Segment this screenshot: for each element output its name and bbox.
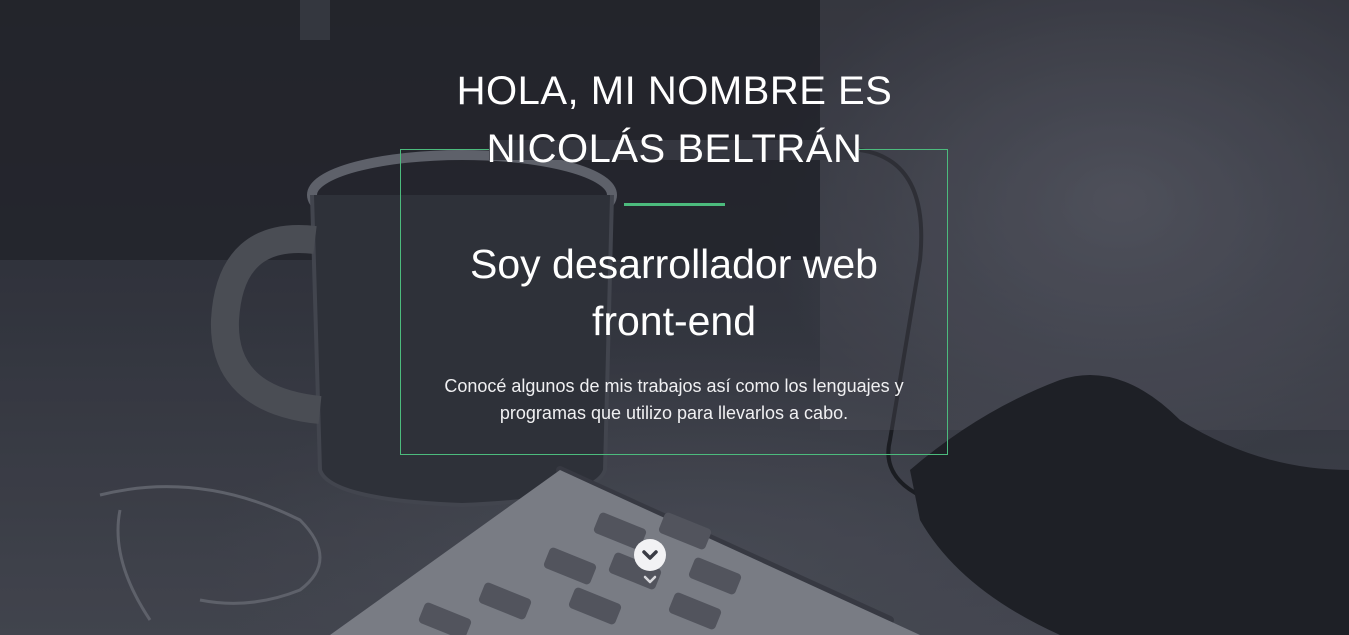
hero-title: HOLA, MI NOMBRE ES NICOLÁS BELTRÁN <box>0 62 1349 178</box>
hero-description-line2: programas que utilizo para llevarlos a c… <box>499 403 849 423</box>
hero-description: Conocé algunos de mis trabajos así como … <box>400 373 948 427</box>
small-chevron-down-icon <box>643 575 657 584</box>
hero-title-line2: NICOLÁS BELTRÁN <box>486 127 863 171</box>
hero-description-line1: Conocé algunos de mis trabajos así como … <box>444 376 904 396</box>
hero-section: HOLA, MI NOMBRE ES NICOLÁS BELTRÁN Soy d… <box>0 0 1349 635</box>
scroll-down-button[interactable] <box>634 539 666 571</box>
chevron-down-icon <box>642 550 658 560</box>
hero-subtitle: Soy desarrollador web front-end <box>400 236 948 350</box>
hero-subtitle-line1: Soy desarrollador web <box>470 241 878 287</box>
hero-title-line1: HOLA, MI NOMBRE ES <box>456 69 893 113</box>
accent-divider <box>624 203 725 206</box>
hero-subtitle-line2: front-end <box>591 298 757 344</box>
